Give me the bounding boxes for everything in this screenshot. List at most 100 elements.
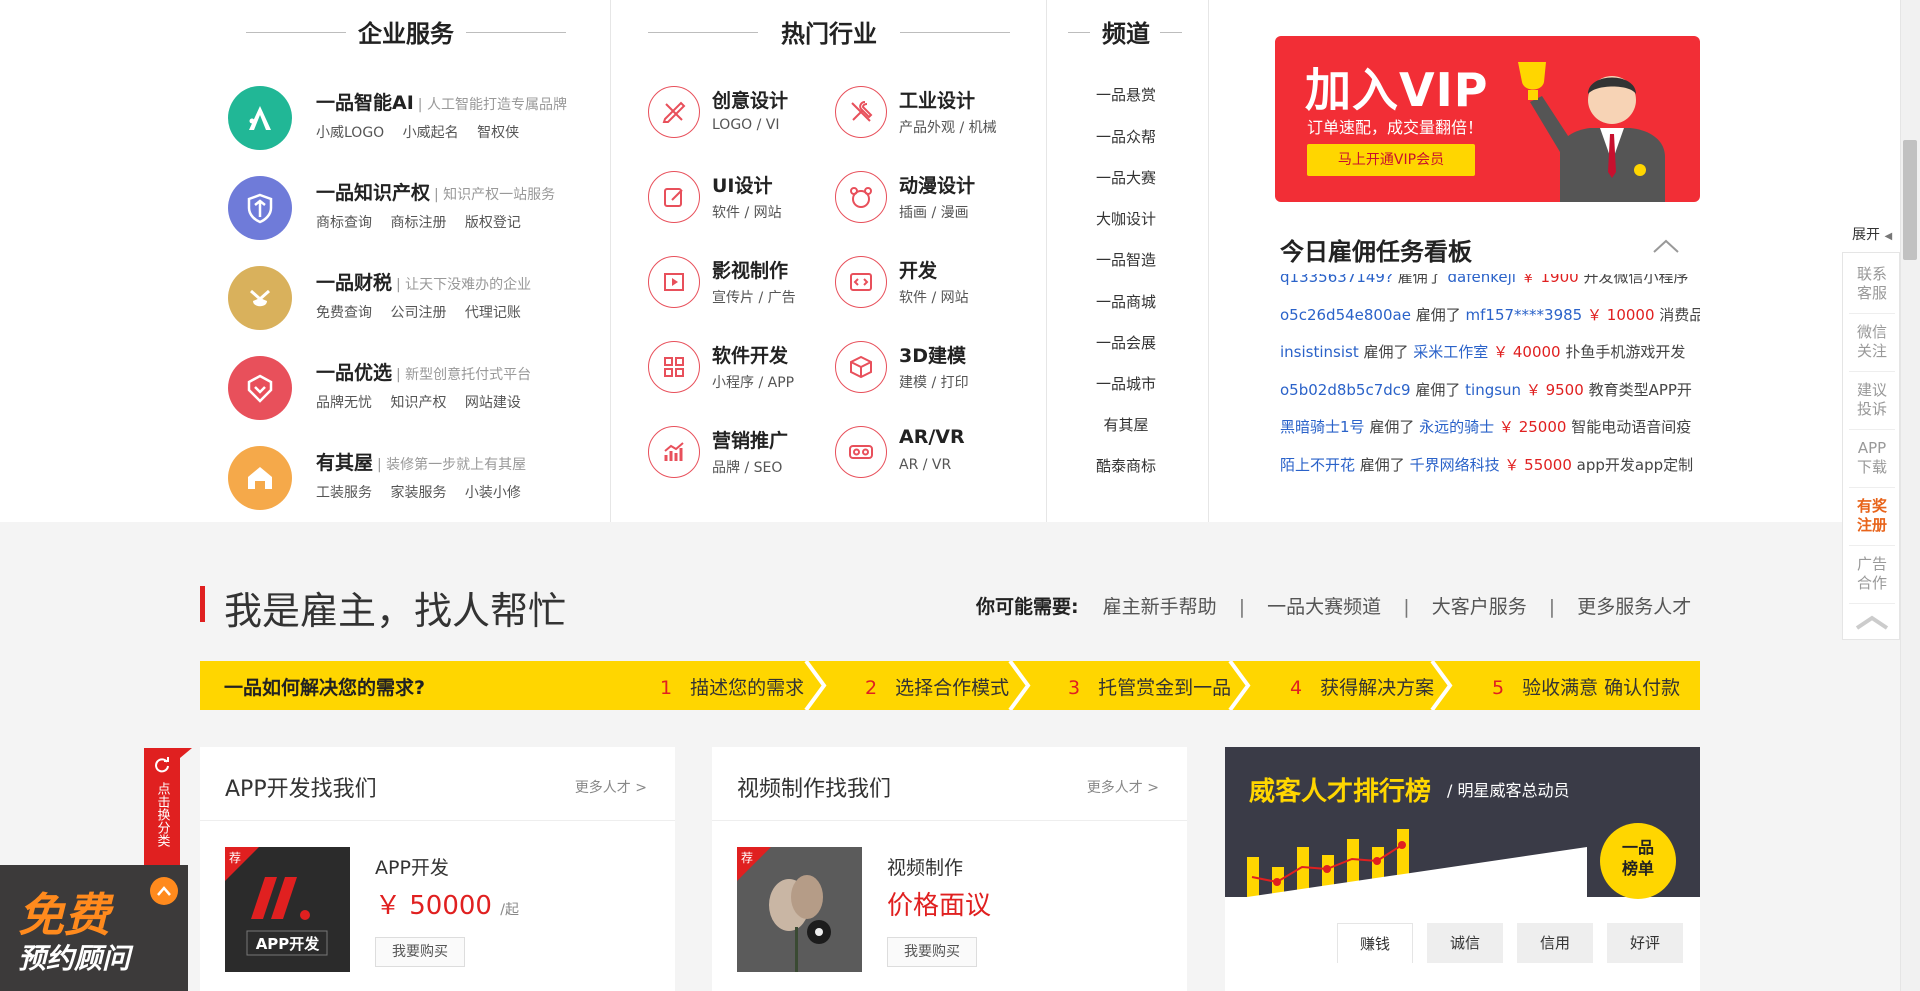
channel-link[interactable]: 酷泰商标 bbox=[1076, 455, 1176, 476]
employer-name[interactable]: insistinsist bbox=[1280, 343, 1359, 361]
ranking-badge[interactable]: 一品 榜单 bbox=[1600, 823, 1676, 899]
service-link[interactable]: 小威LOGO bbox=[316, 125, 384, 141]
more-talent-link[interactable]: 更多人才 > bbox=[575, 777, 647, 797]
task-row: 陌上不开花 雇佣了 千界网络科技 ￥ 55000 app开发app定制 bbox=[1280, 454, 1700, 485]
need-link-more-talent[interactable]: 更多服务人才 bbox=[1577, 596, 1691, 618]
employer-name[interactable]: q1335637149? bbox=[1280, 274, 1393, 286]
employer-name[interactable]: o5c26d54e800ae bbox=[1280, 306, 1411, 324]
tab-integrity[interactable]: 诚信 bbox=[1427, 923, 1503, 963]
ad-cooperation-link[interactable]: 广告 合作 bbox=[1843, 555, 1901, 593]
need-link-contest-channel[interactable]: 一品大赛频道 bbox=[1267, 596, 1381, 618]
right-float-panel: 联系 客服 微信 关注 建议 投诉 APP 下载 有奖 注册 广告 合作 bbox=[1842, 252, 1900, 640]
switch-category-tag[interactable]: 点击换分类 bbox=[144, 748, 180, 873]
service-link[interactable]: 商标注册 bbox=[390, 215, 446, 231]
industry-item[interactable]: UI设计 软件 / 网站 bbox=[648, 171, 828, 237]
chevron-up-icon[interactable] bbox=[1652, 238, 1680, 254]
divider bbox=[1849, 487, 1895, 488]
service-item-ip[interactable]: 一品知识产权 | 知识产权一站服务 商标查询 商标注册 版权登记 bbox=[228, 176, 598, 256]
scrollbar-thumb[interactable] bbox=[1903, 140, 1917, 260]
back-to-top-icon[interactable] bbox=[1843, 607, 1901, 637]
service-title[interactable]: 视频制作 bbox=[887, 853, 963, 880]
industry-item[interactable]: 营销推广 品牌 / SEO bbox=[648, 426, 828, 492]
rf-line: 投诉 bbox=[1856, 400, 1887, 418]
service-item-youxuan[interactable]: 一品优选 | 新型创意托付式平台 品牌无忧 知识产权 网站建设 bbox=[228, 356, 598, 436]
channel-link[interactable]: 一品大赛 bbox=[1076, 167, 1176, 188]
channel-link[interactable]: 一品智造 bbox=[1076, 249, 1176, 270]
service-link[interactable]: 小装小修 bbox=[465, 485, 521, 501]
tab-credit[interactable]: 信用 bbox=[1517, 923, 1593, 963]
worker-name[interactable]: 千界网络科技 bbox=[1410, 456, 1500, 474]
service-item-house[interactable]: 有其屋 | 装修第一步就上有其屋 工装服务 家装服务 小装小修 bbox=[228, 446, 598, 526]
need-label: 你可能需要: bbox=[976, 596, 1079, 618]
worker-name[interactable]: dafenkeji bbox=[1448, 274, 1516, 286]
channel-link[interactable]: 一品商城 bbox=[1076, 291, 1176, 312]
channel-link[interactable]: 一品悬赏 bbox=[1076, 84, 1176, 105]
service-link[interactable]: 代理记账 bbox=[465, 305, 521, 321]
service-item-ai[interactable]: 一品智能AI | 人工智能打造专属品牌 小威LOGO 小威起名 智权侠 bbox=[228, 86, 598, 166]
video-thumbnail[interactable]: 荐 bbox=[737, 847, 862, 972]
buy-button[interactable]: 我要购买 bbox=[375, 937, 465, 967]
industry-item[interactable]: AR/VR AR / VR bbox=[835, 426, 1015, 492]
service-link[interactable]: 品牌无忧 bbox=[316, 395, 372, 411]
industry-item[interactable]: 3D建模 建模 / 打印 bbox=[835, 341, 1015, 407]
free-consult-widget[interactable]: 免费 预约顾问 bbox=[0, 865, 188, 991]
need-link-newbie-help[interactable]: 雇主新手帮助 bbox=[1103, 596, 1217, 618]
employer-name[interactable]: 黑暗骑士1号 bbox=[1280, 418, 1365, 436]
worker-name[interactable]: 永远的骑士 bbox=[1419, 418, 1494, 436]
service-link[interactable]: 商标查询 bbox=[316, 215, 372, 231]
channel-link[interactable]: 一品城市 bbox=[1076, 373, 1176, 394]
step-label: 描述您的需求 bbox=[690, 677, 805, 699]
service-desc: | 装修第一步就上有其屋 bbox=[377, 457, 527, 473]
suggestion-link[interactable]: 建议 投诉 bbox=[1843, 381, 1901, 419]
column-divider bbox=[1208, 0, 1209, 522]
worker-name[interactable]: 采米工作室 bbox=[1413, 343, 1488, 361]
step-item: 5 验收满意 确认付款 bbox=[1492, 673, 1680, 700]
service-link[interactable]: 工装服务 bbox=[316, 485, 372, 501]
expand-toggle[interactable]: 展开 ◀ bbox=[1852, 224, 1892, 244]
industry-name: 3D建模 bbox=[899, 345, 966, 367]
employer-name[interactable]: o5b02d8b5c7dc9 bbox=[1280, 381, 1411, 399]
industry-item[interactable]: 软件开发 小程序 / APP bbox=[648, 341, 828, 407]
worker-name[interactable]: mf157****3985 bbox=[1466, 306, 1583, 324]
channel-link[interactable]: 大咖设计 bbox=[1076, 208, 1176, 229]
open-vip-button[interactable]: 马上开通VIP会员 bbox=[1307, 144, 1475, 176]
service-link[interactable]: 家装服务 bbox=[390, 485, 446, 501]
register-reward-link[interactable]: 有奖 注册 bbox=[1843, 497, 1901, 535]
channel-link[interactable]: 一品众帮 bbox=[1076, 126, 1176, 147]
service-link[interactable]: 网站建设 bbox=[465, 395, 521, 411]
vip-banner[interactable]: 加入VIP 订单速配，成交量翻倍！ 马上开通VIP会员 bbox=[1275, 36, 1700, 202]
service-item-tax[interactable]: 一品财税 | 让天下没难办的企业 免费查询 公司注册 代理记账 bbox=[228, 266, 598, 346]
service-link[interactable]: 小威起名 bbox=[403, 125, 459, 141]
service-link[interactable]: 智权侠 bbox=[477, 125, 519, 141]
service-link[interactable]: 免费查询 bbox=[316, 305, 372, 321]
tab-earn[interactable]: 赚钱 bbox=[1337, 923, 1413, 963]
industry-item[interactable]: 动漫设计 插画 / 漫画 bbox=[835, 171, 1015, 237]
service-link[interactable]: 版权登记 bbox=[465, 215, 521, 231]
recommend-text: 荐 bbox=[741, 851, 754, 865]
cube-icon bbox=[835, 341, 887, 393]
service-link[interactable]: 公司注册 bbox=[390, 305, 446, 321]
title-line bbox=[466, 32, 566, 33]
buy-button[interactable]: 我要购买 bbox=[887, 937, 977, 967]
contact-service-link[interactable]: 联系 客服 bbox=[1843, 265, 1901, 303]
channel-link[interactable]: 一品会展 bbox=[1076, 332, 1176, 353]
title-line bbox=[246, 32, 346, 33]
industry-item[interactable]: 影视制作 宣传片 / 广告 bbox=[648, 256, 828, 322]
tab-praise[interactable]: 好评 bbox=[1607, 923, 1683, 963]
collapse-up-icon[interactable] bbox=[150, 877, 178, 905]
industry-item[interactable]: 工业设计 产品外观 / 机械 bbox=[835, 86, 1015, 152]
industry-item[interactable]: 开发 软件 / 网站 bbox=[835, 256, 1015, 322]
service-title[interactable]: APP开发 bbox=[375, 853, 449, 880]
service-link[interactable]: 知识产权 bbox=[390, 395, 446, 411]
need-link-big-client[interactable]: 大客户服务 bbox=[1432, 596, 1527, 618]
app-download-link[interactable]: APP 下载 bbox=[1843, 439, 1901, 477]
channel-link[interactable]: 有其屋 bbox=[1076, 414, 1176, 435]
industry-item[interactable]: 创意设计 LOGO / VI bbox=[648, 86, 828, 152]
task-name: 开发微信小程序 bbox=[1583, 274, 1689, 286]
hired-word: 雇佣了 bbox=[1415, 305, 1461, 324]
employer-name[interactable]: 陌上不开花 bbox=[1280, 456, 1355, 474]
app-dev-thumbnail[interactable]: APP开发 荐 bbox=[225, 847, 350, 972]
more-talent-link[interactable]: 更多人才 > bbox=[1087, 777, 1159, 797]
wechat-follow-link[interactable]: 微信 关注 bbox=[1843, 323, 1901, 361]
worker-name[interactable]: tingsun bbox=[1465, 381, 1521, 399]
